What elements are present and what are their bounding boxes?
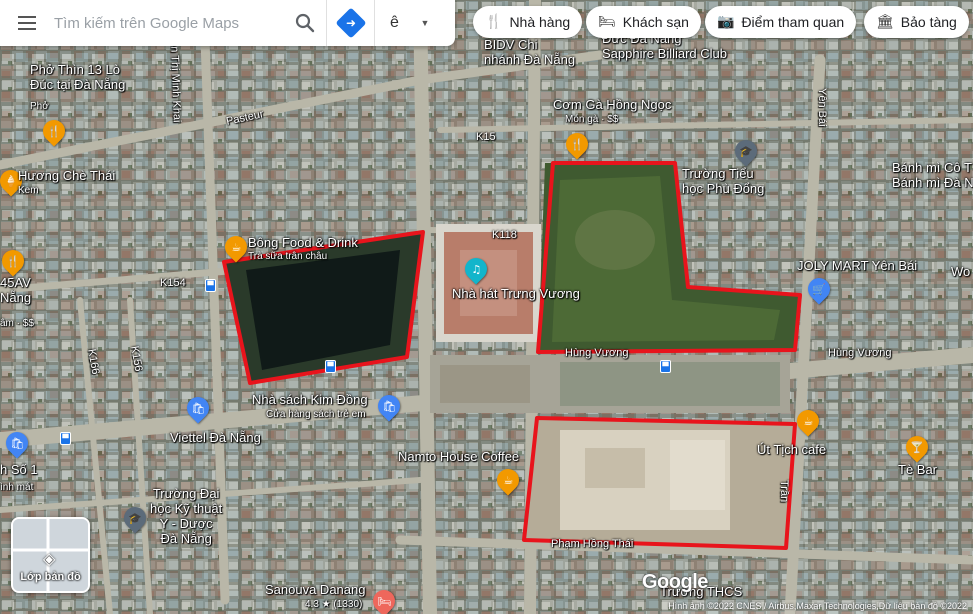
input-tools-button[interactable]: ê [374, 0, 414, 46]
cup-icon: ☕ [503, 473, 513, 487]
shopping-bag-icon: 🛍 [191, 401, 205, 415]
chip-label: Nhà hàng [509, 14, 571, 30]
road-k154: K154 [160, 277, 186, 289]
chip-label: Bảo tàng [900, 14, 957, 30]
attribution-text[interactable]: Hình ảnh ©2022 CNES / Airbus,Maxar Techn… [662, 600, 973, 614]
theater-icon: ♫ [471, 262, 481, 276]
cup-icon: ☕ [231, 240, 241, 254]
label-namto[interactable]: Namto House Coffee [398, 449, 519, 465]
label-joly-mart[interactable]: JOLY MART Yên Bái [797, 258, 917, 274]
search-input[interactable] [54, 8, 284, 38]
shopping-cart-icon: 🛒 [812, 282, 826, 296]
label-te-bar[interactable]: Tè Bar [898, 462, 937, 478]
directions-button[interactable]: ➜ [326, 0, 374, 46]
road-hung-vuong-1: Hùng Vương [565, 347, 629, 359]
hamburger-icon [18, 16, 36, 30]
magnifier-icon [295, 13, 315, 33]
label-viettel[interactable]: Viettel Đà Nẵng [170, 430, 261, 446]
label-huong-che-category: Kem [18, 185, 39, 196]
graduation-cap-icon: 🎓 [739, 144, 753, 158]
glass-icon: 🍸 [910, 440, 924, 454]
caret-down-icon: ▼ [420, 18, 430, 28]
shopping-bag-icon: 🛍 [382, 399, 396, 413]
chip-label: Khách sạn [622, 14, 689, 30]
directions-arrow-icon: ➜ [334, 7, 367, 39]
label-nha-sach-category: Cửa hàng sách trẻ em [266, 409, 366, 420]
label-left-so1-category: ình mát [0, 482, 34, 493]
fork-knife-icon: 🍴 [6, 254, 20, 268]
road-k118: K118 [492, 229, 517, 241]
bed-icon: 🛏 [598, 14, 616, 30]
menu-button[interactable] [0, 0, 54, 46]
layers-label: Lớp bản đồ [20, 571, 81, 583]
layers-icon: ◈ [43, 549, 56, 568]
bus-stop-icon[interactable]: ▀ [325, 360, 336, 373]
label-bong-food-category: Trà sữa trân châu [248, 251, 328, 262]
fork-knife-icon: 🍴 [47, 124, 61, 138]
label-sanouva[interactable]: Sanouva Danang [265, 582, 365, 598]
camera-icon: 📷 [717, 14, 735, 30]
road-hung-vuong-2: Hùng Vương [828, 347, 892, 359]
label-nha-sach[interactable]: Nhà sách Kim Đồng [252, 392, 368, 408]
icecream-icon: 🍦 [4, 174, 18, 188]
label-huong-che[interactable]: Hương Chè Thái [18, 168, 115, 184]
chip-museums[interactable]: 🏛 Bảo tàng [864, 6, 969, 38]
cup-icon: ☕ [803, 414, 813, 428]
label-banh-mi[interactable]: Bánh mì Cô T Bánh mì Đà N [892, 160, 973, 191]
label-bidv[interactable]: BIDV Chi nhánh Đà Nẵng [484, 37, 575, 68]
bus-stop-icon[interactable]: ▀ [205, 279, 216, 292]
museum-icon: 🏛 [876, 14, 894, 30]
google-logo: Google [642, 571, 708, 593]
label-left-45av-category: âm · $$ [0, 318, 34, 329]
search-box: ➜ ê ▼ [0, 0, 455, 46]
label-com-ga-category: Món gà · $$ [565, 114, 619, 125]
chip-attractions[interactable]: 📷 Điểm tham quan [705, 6, 857, 38]
road-tran-bt: Trần [778, 480, 790, 503]
hotel-bed-icon: 🛏 [377, 594, 391, 608]
label-sanouva-rating: 4.3 ★ (1330) [305, 599, 363, 610]
chip-hotels[interactable]: 🛏 Khách sạn [586, 6, 701, 38]
label-left-45av[interactable]: 45AV Nẵng [0, 275, 31, 306]
layers-button[interactable]: ◈ Lớp bản đồ [11, 517, 90, 593]
label-pho-thin[interactable]: Phở Thìn 13 Lò Đúc tại Đà Nẵng [30, 62, 125, 93]
search-button[interactable] [284, 0, 326, 46]
bus-stop-icon[interactable]: ▀ [60, 432, 71, 445]
chip-restaurants[interactable]: 🍴 Nhà hàng [473, 6, 583, 38]
road-yen-bai: Yên Bái [816, 88, 828, 127]
label-com-ga[interactable]: Cơm Gà Hồng Ngọc [553, 97, 671, 113]
label-right-wo[interactable]: Wo [951, 264, 970, 280]
label-left-so1[interactable]: h Số 1 [0, 462, 38, 478]
fork-knife-icon: 🍴 [485, 14, 503, 30]
bus-stop-icon[interactable]: ▀ [660, 360, 671, 373]
shopping-bag-icon: 🛍 [10, 436, 24, 450]
fork-knife-icon: 🍴 [570, 137, 584, 151]
label-truong-tieu-hoc[interactable]: Trường Tiểu học Phù Đổng [682, 166, 764, 197]
label-pho-thin-category: Phở [30, 101, 49, 112]
label-bong-food[interactable]: Bông Food & Drink [248, 235, 358, 251]
label-nha-hat[interactable]: Nhà hát Trưng Vương [452, 286, 580, 302]
graduation-cap-icon: 🎓 [128, 511, 142, 525]
label-ut-tich[interactable]: Út Tịch cafe [757, 442, 826, 458]
road-pham-hong-thai: Phạm Hồng Thái [551, 538, 634, 550]
input-tools-dropdown[interactable]: ▼ [414, 0, 436, 46]
road-k15: K15 [476, 131, 496, 143]
label-truong-dai-hoc[interactable]: Trường Đại học Kỹ thuật Y - Dược Đà Nẵng [150, 486, 222, 547]
chip-label: Điểm tham quan [741, 14, 845, 30]
